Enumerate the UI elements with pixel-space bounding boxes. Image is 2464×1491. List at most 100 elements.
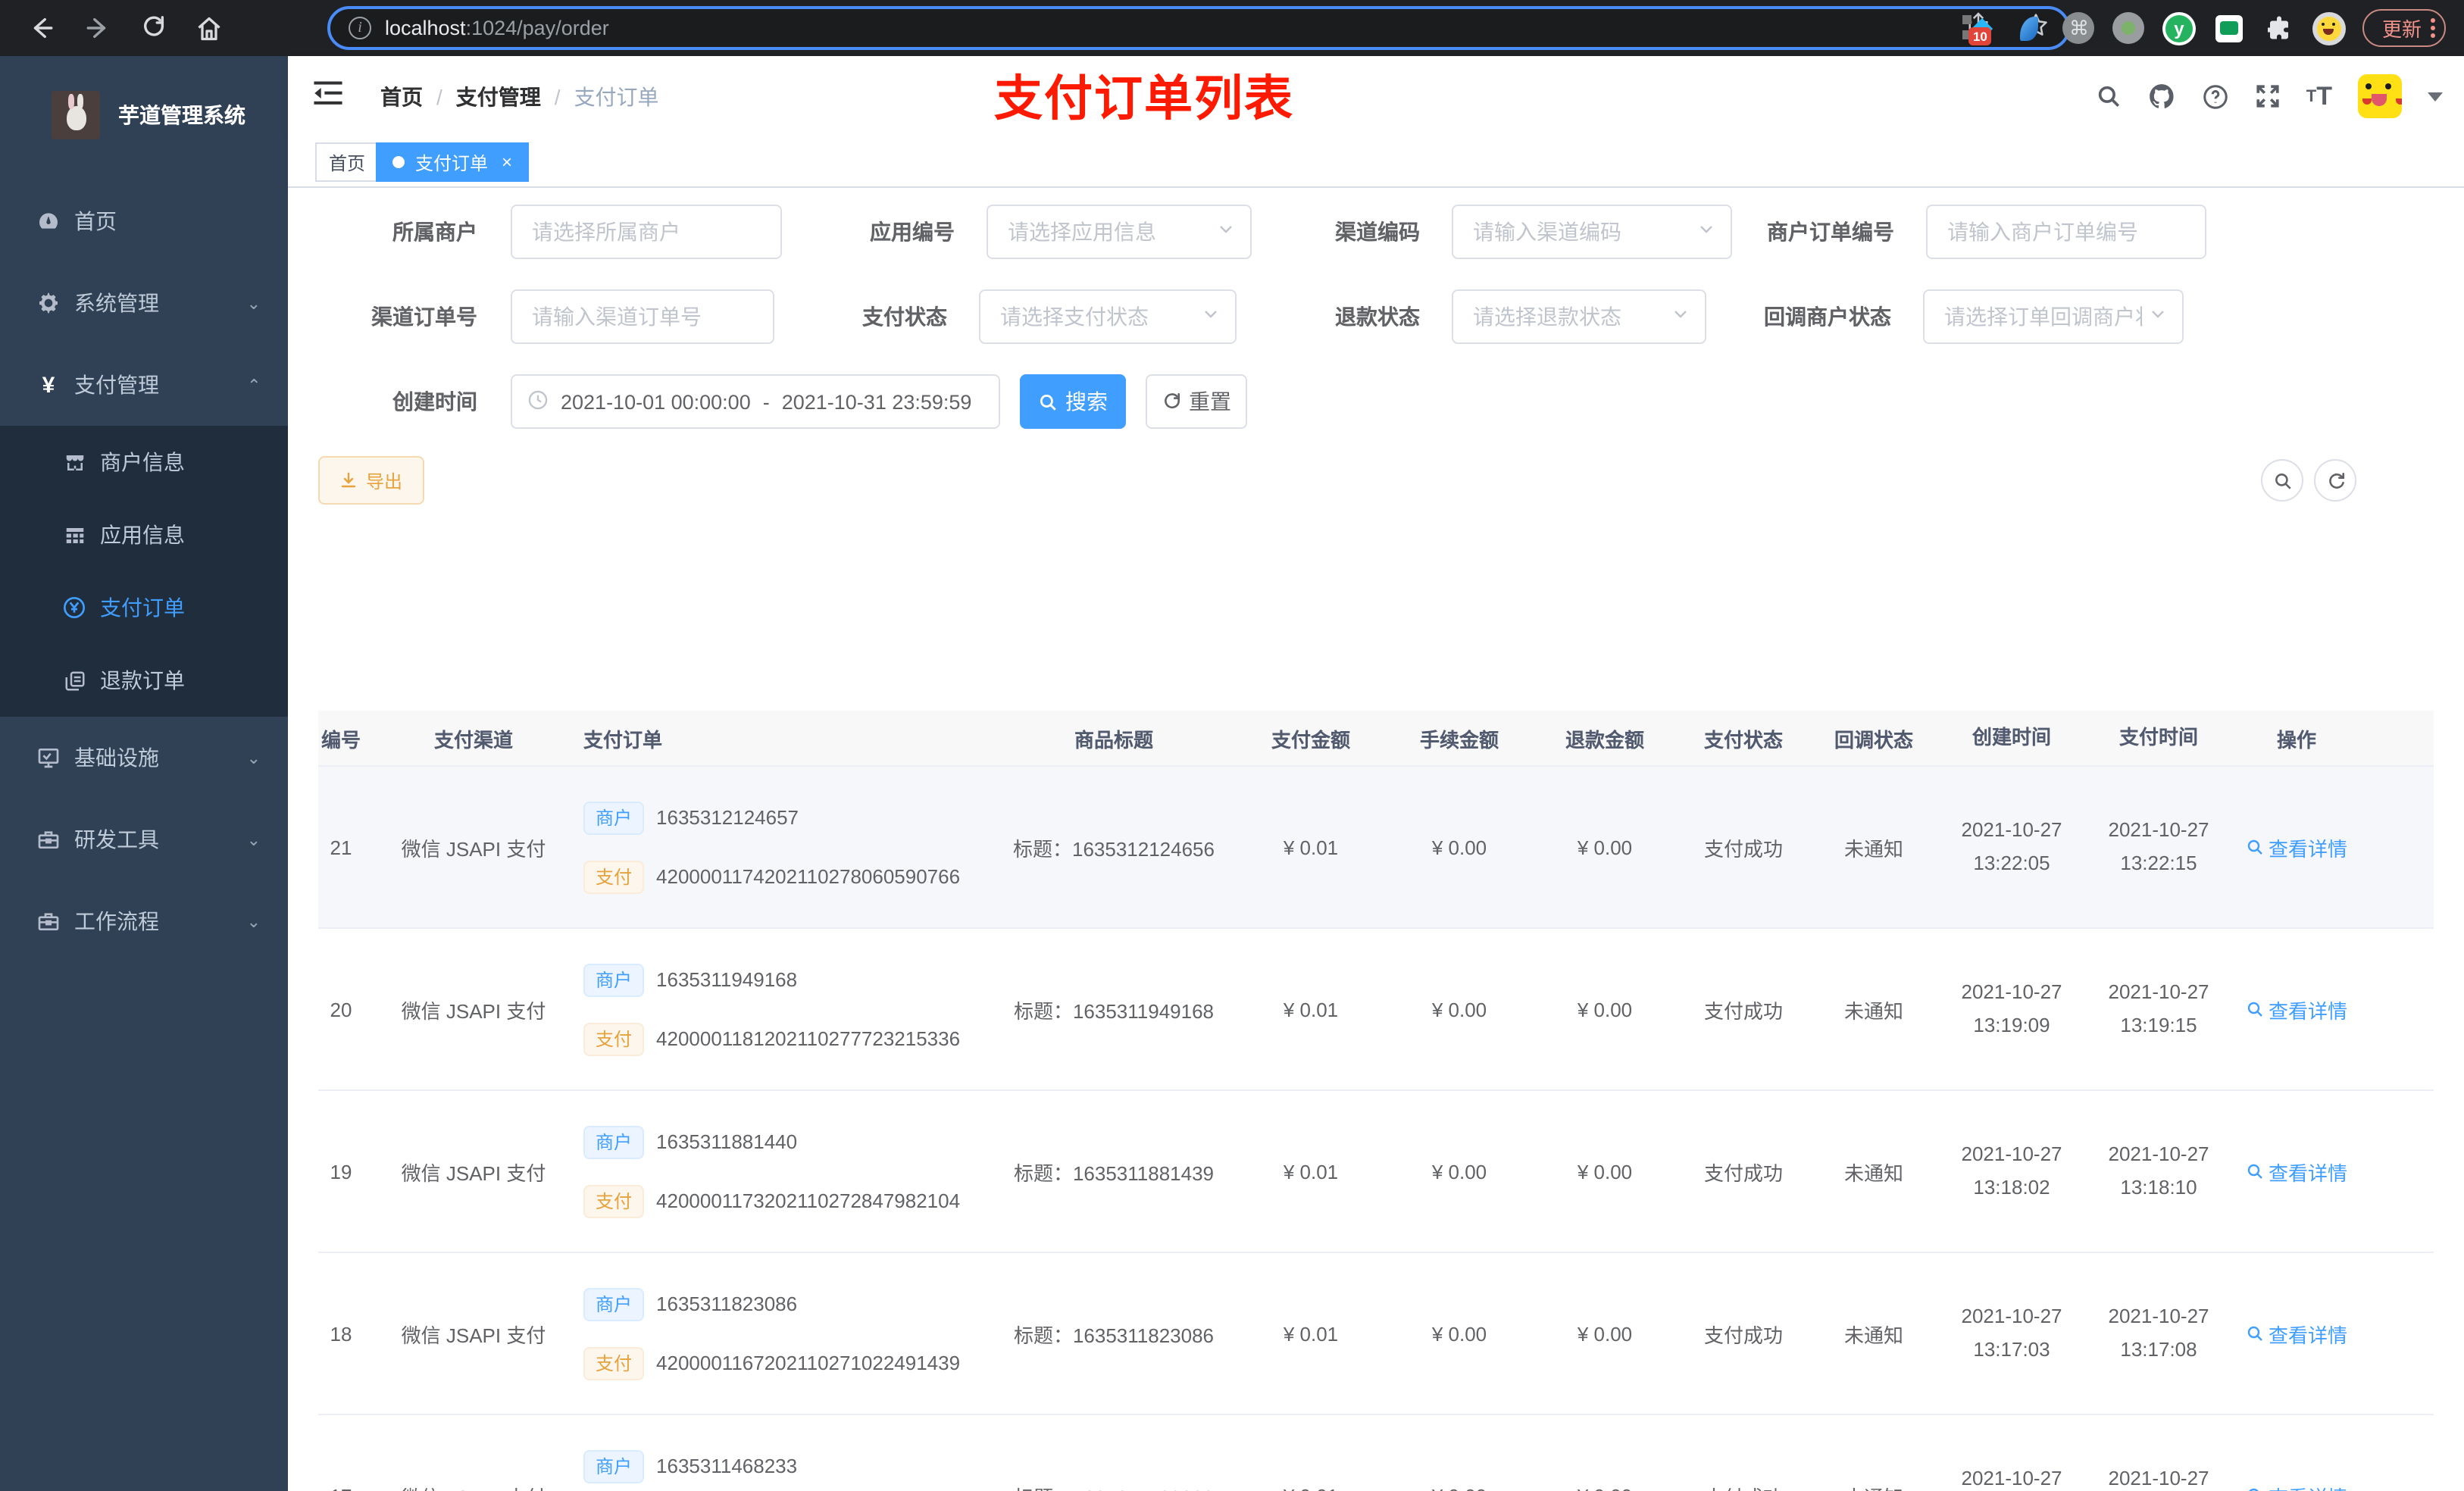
github-icon[interactable] (2147, 82, 2176, 111)
payment-submenu: 商户信息 应用信息 支付订单 退款订单 (0, 426, 288, 717)
reload-icon[interactable] (138, 13, 168, 43)
tag-home[interactable]: 首页 (315, 142, 380, 182)
merchant-input-field[interactable] (512, 206, 780, 258)
merchant-input[interactable] (511, 205, 782, 259)
help-icon[interactable] (2202, 83, 2229, 110)
merchant-tag: 商户 (583, 1449, 645, 1483)
sidebar-fold-icon[interactable] (314, 80, 342, 113)
refund-status-select[interactable] (1452, 289, 1706, 344)
chevron-down-icon (1202, 303, 1220, 330)
table-row[interactable]: 21 微信 JSAPI 支付 商户 1635312124657 支付 4200001… (318, 765, 2434, 927)
sidebar-item-payment[interactable]: ¥ 支付管理 ⌄ (0, 344, 288, 426)
view-details-link[interactable]: 查看详情 (2246, 1157, 2347, 1186)
merchant-order-no-field[interactable] (1928, 206, 2205, 258)
user-avatar[interactable] (2358, 74, 2402, 118)
home-icon[interactable] (194, 13, 224, 43)
cell-create-time: 2021-10-27 13:19:09 (1938, 976, 2085, 1042)
create-time-range-picker[interactable]: 2021-10-01 00:00:00 - 2021-10-31 23:59:5… (511, 374, 1000, 429)
view-details-link[interactable]: 查看详情 (2246, 833, 2347, 861)
documents-icon (62, 669, 86, 692)
browser-menu-icon[interactable] (2431, 18, 2435, 38)
extensions-puzzle-icon[interactable] (2262, 11, 2296, 45)
date: 2021-10-27 (2108, 980, 2209, 1003)
col-order: 支付订单 (583, 728, 663, 751)
title-prefix: 标题： (1013, 1161, 1073, 1184)
y-extension-icon[interactable]: y (2162, 11, 2196, 45)
merchant-order-no-input[interactable] (1926, 205, 2206, 259)
cell-title: 标题：1635311949168 (993, 995, 1235, 1024)
cell-pay-time: 2021-10-2713:11:15 (2085, 1462, 2232, 1491)
kite-extension-icon[interactable] (2012, 11, 2046, 45)
cell-id: 19 (330, 1160, 352, 1183)
reset-button[interactable]: 重置 (1146, 374, 1247, 429)
title-prefix: 标题： (1012, 837, 1072, 860)
table-row[interactable]: 18 微信 JSAPI 支付 商户 1635311823086 支付 4200001… (318, 1252, 2434, 1414)
breadcrumb-home[interactable]: 首页 (380, 81, 423, 111)
date: 2021-10-27 (1961, 818, 2062, 841)
profile-avatar-icon[interactable] (2312, 11, 2346, 45)
refresh-table-button[interactable] (2314, 459, 2356, 502)
fullscreen-icon[interactable] (2255, 83, 2281, 109)
show-search-toggle-button[interactable] (2261, 459, 2303, 502)
pay-status-select-field[interactable] (980, 291, 1235, 342)
table-row[interactable]: 17 微信 JSAPI 支付 商户1635311468233 支付4200001… (318, 1414, 2434, 1491)
cell-pay-time: 2021-10-27 13:17:08 (2085, 1300, 2232, 1367)
pay-status-select[interactable] (979, 289, 1237, 344)
filter-label-refund-status: 退款状态 (1335, 305, 1420, 329)
chat-extension-icon[interactable] (2212, 11, 2246, 45)
sidebar-item-system[interactable]: 系统管理 ⌄ (0, 262, 288, 344)
breadcrumb: 首页 / 支付管理 / 支付订单 (380, 81, 659, 111)
back-icon[interactable] (26, 13, 56, 43)
channel-code-select[interactable] (1452, 205, 1732, 259)
address-bar[interactable]: i localhost:1024/pay/order (327, 6, 2070, 50)
sidebar-item-app-info[interactable]: 应用信息 (0, 499, 288, 571)
forward-icon[interactable] (82, 13, 112, 43)
col-pay-amount: 支付金额 (1271, 728, 1350, 751)
sidebar-item-devtools[interactable]: 研发工具 ⌄ (0, 799, 288, 880)
avatar-caret-icon[interactable] (2428, 92, 2443, 108)
date: 2021-10-27 (1961, 1467, 2062, 1489)
title-value: 1635312124656 (1072, 837, 1215, 860)
command-extension-icon[interactable]: ⌘ (2062, 11, 2096, 45)
app-no-select-field[interactable] (988, 206, 1250, 258)
callback-status-select-field[interactable] (1925, 291, 2182, 342)
cell-order: 商户 1635311949168 支付 4200001181202110277723… (583, 963, 993, 1055)
close-icon[interactable]: × (502, 152, 512, 173)
site-info-icon[interactable]: i (349, 17, 371, 39)
search-button[interactable]: 搜索 (1020, 374, 1126, 429)
cell-channel: 微信 JSAPI 支付 (401, 1161, 546, 1184)
devtools-extension-icon[interactable]: 10 (1962, 11, 1996, 45)
cell-channel: 微信 JSAPI 支付 (364, 1481, 583, 1491)
recorder-extension-icon[interactable] (2112, 11, 2146, 45)
cell-fee-amount: ¥ 0.00 (1387, 1484, 1532, 1491)
font-size-icon[interactable]: TT (2306, 81, 2332, 111)
tag-pay-order[interactable]: 支付订单 × (376, 142, 530, 182)
export-button[interactable]: 导出 (318, 456, 424, 505)
sidebar-item-infra[interactable]: 基础设施 ⌄ (0, 717, 288, 799)
channel-order-no-field[interactable] (512, 291, 773, 342)
cell-title: 标题：1635311881439 (993, 1157, 1235, 1186)
cell-fee-amount: ¥ 0.00 (1431, 1160, 1487, 1183)
table-row[interactable]: 20 微信 JSAPI 支付 商户 1635311949168 支付 4200001… (318, 927, 2434, 1089)
search-icon[interactable] (2096, 83, 2122, 109)
sidebar-item-home[interactable]: 首页 (0, 180, 288, 262)
channel-order-no-input[interactable] (511, 289, 774, 344)
app-logo[interactable]: 芋道管理系统 (0, 56, 288, 153)
breadcrumb-section[interactable]: 支付管理 (456, 81, 541, 111)
sidebar-item-workflow[interactable]: 工作流程 ⌄ (0, 880, 288, 962)
callback-status-select[interactable] (1923, 289, 2184, 344)
table-row[interactable]: 19 微信 JSAPI 支付 商户 1635311881440 支付 4200001… (318, 1089, 2434, 1252)
cell-refund-amount: ¥ 0.00 (1577, 1322, 1633, 1345)
browser-update-button[interactable]: 更新 (2362, 9, 2446, 47)
sidebar-item-refund-order[interactable]: 退款订单 (0, 644, 288, 717)
sidebar-item-pay-order[interactable]: 支付订单 (0, 571, 288, 644)
channel-code-select-field[interactable] (1453, 206, 1731, 258)
app-no-select[interactable] (987, 205, 1252, 259)
merchant-tag: 商户 (583, 1287, 645, 1321)
view-details-link[interactable]: 查看详情 (2246, 1481, 2347, 1491)
sidebar-item-merchant-info[interactable]: 商户信息 (0, 426, 288, 499)
refund-status-select-field[interactable] (1453, 291, 1705, 342)
view-details-link[interactable]: 查看详情 (2246, 995, 2347, 1024)
time: 13:17:08 (2120, 1338, 2197, 1361)
view-details-link[interactable]: 查看详情 (2246, 1319, 2347, 1348)
